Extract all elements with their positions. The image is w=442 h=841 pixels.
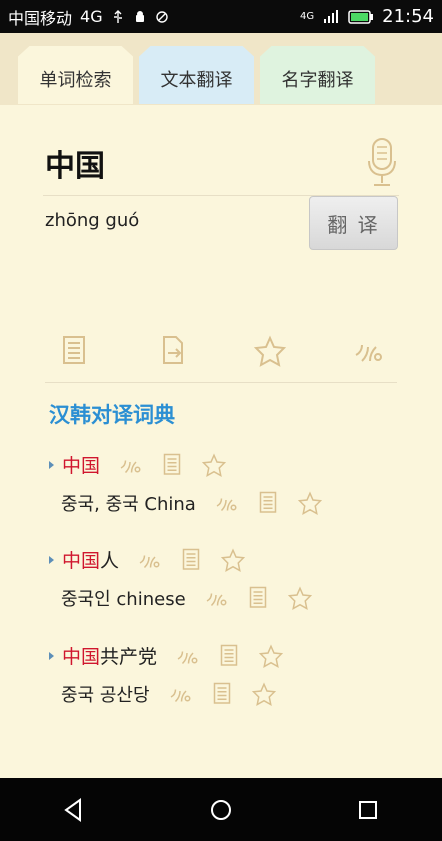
tab-label: 单词检索: [39, 70, 112, 91]
bullet-icon: [49, 460, 54, 469]
tab-word-search[interactable]: 单词检索: [18, 46, 133, 104]
signal-icon: [324, 9, 339, 23]
speaker-icon[interactable]: [168, 682, 192, 706]
copy-icon[interactable]: [160, 453, 184, 477]
star-icon[interactable]: [254, 335, 286, 367]
entry-highlight: 中国: [62, 646, 101, 668]
tab-strip: 单词检索 文本翻译 名字翻译: [0, 33, 442, 105]
pinyin-text: zhōng guó: [45, 210, 140, 231]
tab-label: 文本翻译: [160, 70, 233, 91]
main-content: zhōng guó 翻 译 汉韩对译词典 中国: [0, 105, 442, 778]
list-item[interactable]: 中国人 중국인 chinese: [49, 546, 312, 611]
entry-highlight: 中国: [62, 550, 101, 572]
entry-rest: 共产党: [100, 646, 158, 668]
carrier-name: 中国移动: [8, 8, 73, 28]
star-icon[interactable]: [297, 491, 322, 515]
speaker-icon[interactable]: [137, 548, 161, 572]
copy-icon[interactable]: [179, 548, 203, 572]
home-icon[interactable]: [207, 796, 235, 824]
back-icon[interactable]: [60, 796, 88, 824]
copy-icon[interactable]: [210, 682, 234, 706]
status-bar: 中国移动 4G 4G 21:54: [0, 0, 442, 33]
settings-icon: [155, 10, 168, 23]
signal-label: 4G: [300, 11, 315, 22]
star-icon[interactable]: [221, 547, 246, 572]
entry-translation: 중국 공산당: [61, 685, 150, 706]
speaker-icon[interactable]: [204, 586, 228, 610]
entry-translation: 중국, 중국 China: [61, 494, 196, 515]
bullet-icon: [49, 555, 54, 564]
speaker-icon[interactable]: [214, 491, 238, 515]
copy-icon[interactable]: [256, 491, 280, 515]
speaker-icon[interactable]: [118, 453, 142, 477]
star-icon[interactable]: [287, 586, 312, 610]
recents-icon[interactable]: [354, 796, 382, 824]
usb-icon: [113, 9, 122, 23]
network-type: 4G: [80, 7, 103, 26]
tab-name-translate[interactable]: 名字翻译: [260, 46, 375, 104]
entry-highlight: 中国: [62, 455, 101, 477]
dictionary-title: 汉韩对译词典: [49, 403, 175, 427]
list-item[interactable]: 中国共产党 중국 공산당: [49, 642, 284, 707]
microphone-icon[interactable]: [365, 137, 399, 189]
star-icon[interactable]: [259, 643, 284, 668]
list-item[interactable]: 中国 중국, 중국 China: [49, 451, 322, 516]
bullet-icon: [49, 651, 54, 660]
clock: 21:54: [382, 6, 434, 27]
copy-icon[interactable]: [246, 586, 270, 610]
entry-rest: 人: [100, 550, 120, 572]
tab-text-translate[interactable]: 文本翻译: [139, 46, 254, 104]
star-icon[interactable]: [251, 682, 276, 706]
copy-icon[interactable]: [58, 335, 90, 367]
translate-button[interactable]: 翻 译: [309, 196, 398, 250]
divider: [45, 382, 397, 383]
system-nav-bar: [0, 778, 442, 841]
entry-translation: 중국인 chinese: [61, 589, 186, 610]
search-row: [43, 137, 399, 196]
copy-icon[interactable]: [217, 644, 241, 668]
export-icon[interactable]: [156, 335, 188, 367]
battery-icon: [348, 9, 374, 24]
speaker-icon[interactable]: [352, 335, 384, 367]
search-input[interactable]: [43, 137, 347, 189]
android-icon: [135, 10, 144, 22]
tab-label: 名字翻译: [281, 70, 354, 91]
star-icon[interactable]: [202, 452, 227, 477]
action-row: [58, 333, 384, 369]
speaker-icon[interactable]: [175, 644, 199, 668]
